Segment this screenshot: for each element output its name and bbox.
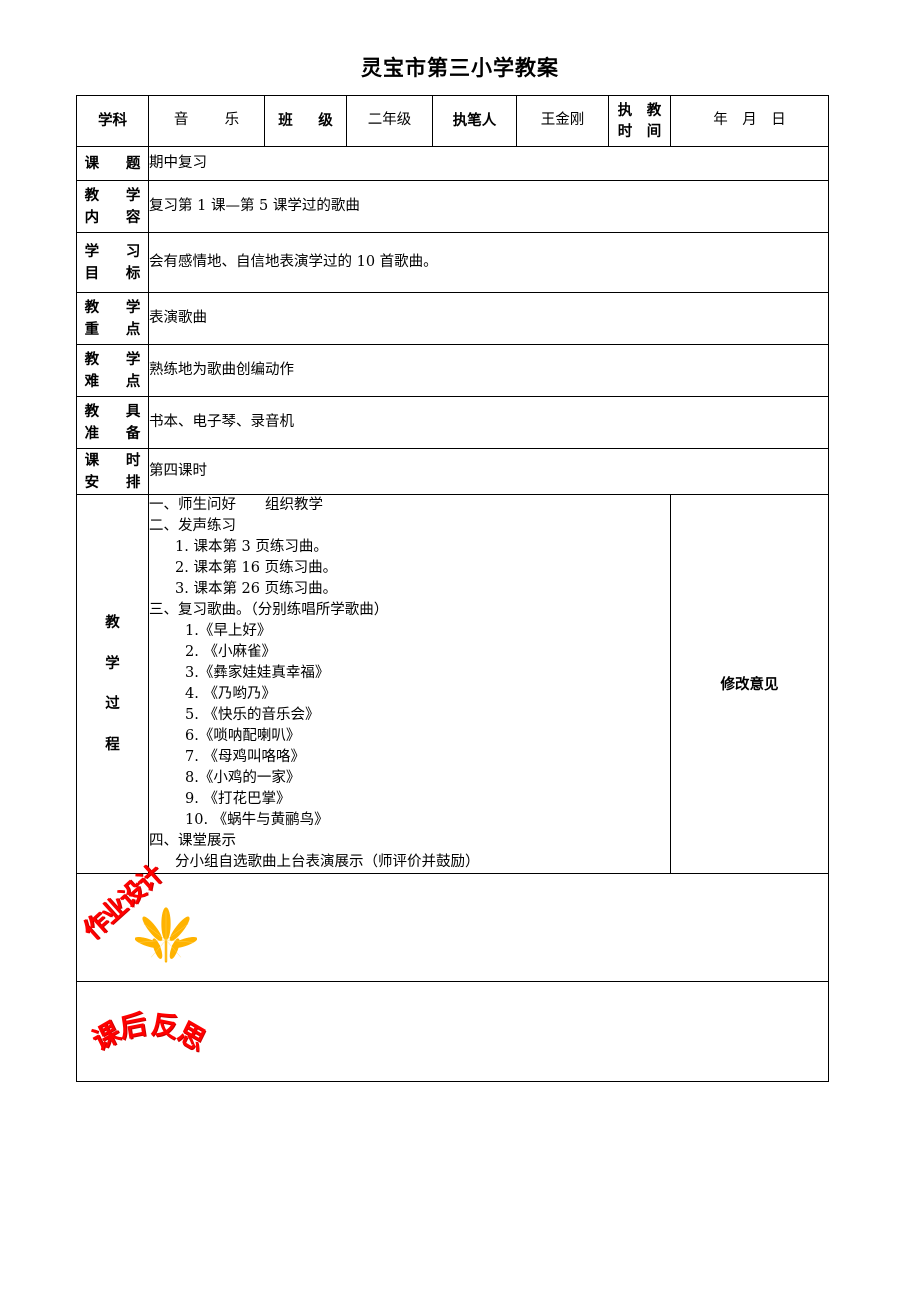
subject-label: 学科 (76, 95, 149, 147)
author-label: 执笔人 (432, 95, 517, 147)
table-row-difficult-point: 教 学 难 点 熟练地为歌曲创编动作 (76, 344, 829, 397)
process-line: 四、课堂展示 (149, 833, 236, 850)
row-label-line2: 内 容 (84, 208, 147, 226)
row-label-line2: 安 排 (84, 473, 147, 491)
reflection-stamp: 课后反思 (88, 1000, 255, 1070)
teach-time-label-line2: 时 间 (617, 123, 662, 140)
row-label-learning-goal: 学 习 目 标 (76, 232, 149, 293)
row-label-teaching-content: 教 学 内 容 (76, 180, 149, 233)
teach-time-label-line1: 执 教 (617, 101, 662, 119)
process-line: 1. 课本第 3 页练习曲。 (175, 539, 328, 556)
process-line: 分小组自选歌曲上台表演展示（师评价并鼓励） (175, 854, 480, 871)
row-label-line2: 难 点 (84, 372, 147, 390)
row-label-teaching-aids: 教 具 准 备 (76, 396, 149, 449)
revision-opinion-column: 修改意见 (670, 493, 829, 875)
row-label-lesson-title: 课 题 (76, 146, 149, 181)
row-label-line1: 教 学 (84, 351, 147, 369)
homework-design-stamp: 作业设计 (77, 860, 233, 978)
teaching-process-label: 教 学 过 程 (76, 493, 149, 875)
row-label-line2: 准 备 (84, 424, 147, 442)
subject-value: 音 乐 (148, 95, 265, 147)
process-line: 2. 《小麻雀》 (185, 644, 276, 661)
row-value-difficult-point: 熟练地为歌曲创编动作 (148, 344, 829, 397)
process-line: 一、师生问好 组织教学 (149, 497, 323, 513)
row-label-key-point: 教 学 重 点 (76, 292, 149, 345)
process-line: 三、复习歌曲。（分别练唱所学歌曲） (149, 602, 389, 619)
process-line: 5. 《快乐的音乐会》 (185, 707, 320, 724)
reflection-char-3: 反 (149, 1009, 181, 1045)
author-value: 王金刚 (516, 95, 609, 147)
process-line: 9. 《打花巴掌》 (185, 791, 291, 808)
row-label-line1: 学 习 (84, 243, 147, 261)
row-label-line1: 教 具 (84, 403, 147, 421)
page-title: 灵宝市第三小学教案 (361, 55, 559, 80)
table-row-homework-design: 作业设计 (76, 860, 829, 983)
process-line: 4. 《乃哟乃》 (185, 686, 276, 703)
table-row-lesson-title: 课 题 期中复习 (76, 146, 829, 181)
process-line: 1.《早上好》 (185, 623, 272, 640)
table-row-key-point: 教 学 重 点 表演歌曲 (76, 292, 829, 345)
homework-design-wordart: 作业设计 (77, 859, 169, 946)
homework-design-cell: 作业设计 (76, 860, 829, 983)
process-line: 8.《小鸡的一家》 (185, 770, 301, 787)
table-row-reflection: 课后反思 (76, 981, 829, 1083)
process-line: 6.《唢呐配喇叭》 (185, 728, 301, 745)
row-label-line2: 重 点 (84, 320, 147, 338)
process-line: 3.《彝家娃娃真幸福》 (185, 665, 330, 682)
process-line: 10. 《蜗牛与黄鹂鸟》 (185, 812, 329, 829)
teaching-process-body: 一、师生问好 组织教学 二、发声练习 1. 课本第 3 页练习曲。 2. 课本第… (148, 493, 671, 875)
row-label-line2: 目 标 (84, 264, 147, 282)
table-row-teaching-content: 教 学 内 容 复习第 1 课—第 5 课学过的歌曲 (76, 180, 829, 233)
class-label: 班 级 (264, 95, 347, 147)
reflection-char-4: 思 (172, 1016, 210, 1058)
revision-opinion-header: 修改意见 (720, 675, 779, 693)
teach-time-value: 年 月 日 (670, 95, 829, 147)
lesson-plan-page: 灵宝市第三小学教案 学科 音 乐 班 级 二年级 执笔人 王金刚 执 教 时 间… (0, 0, 920, 1302)
table-row-learning-goal: 学 习 目 标 会有感情地、自信地表演学过的 10 首歌曲。 (76, 232, 829, 293)
process-line: 二、发声练习 (149, 518, 236, 535)
row-value-class-schedule: 第四课时 (148, 448, 829, 495)
row-label-line1: 课 题 (84, 154, 147, 172)
process-line: 3. 课本第 26 页练习曲。 (175, 581, 338, 598)
reflection-cell: 课后反思 (76, 981, 829, 1083)
process-line: 2. 课本第 16 页练习曲。 (175, 560, 338, 577)
row-label-line1: 教 学 (84, 299, 147, 317)
reflection-wordart: 课后反思 (88, 1009, 210, 1058)
class-value: 二年级 (346, 95, 433, 147)
maple-leaf-icon (135, 907, 197, 963)
reflection-char-2: 后 (117, 1009, 149, 1045)
lesson-plan-table: 学科 音 乐 班 级 二年级 执笔人 王金刚 执 教 时 间 年 月 日 课 题… (76, 95, 829, 1083)
row-value-learning-goal: 会有感情地、自信地表演学过的 10 首歌曲。 (148, 232, 829, 293)
row-label-difficult-point: 教 学 难 点 (76, 344, 149, 397)
process-label-char-3: 过 (105, 695, 120, 713)
table-row-teaching-process: 教 学 过 程 一、师生问好 组织教学 二、发声练习 1. 课本第 3 页练习曲… (76, 493, 829, 875)
row-value-key-point: 表演歌曲 (148, 292, 829, 345)
reflection-char-1: 课 (88, 1016, 126, 1058)
process-label-char-1: 教 (105, 614, 120, 632)
row-value-lesson-title: 期中复习 (148, 146, 829, 181)
table-row-class-schedule: 课 时 安 排 第四课时 (76, 448, 829, 495)
table-row-teaching-aids: 教 具 准 备 书本、电子琴、录音机 (76, 396, 829, 449)
table-row-header: 学科 音 乐 班 级 二年级 执笔人 王金刚 执 教 时 间 年 月 日 (76, 95, 829, 147)
row-value-teaching-aids: 书本、电子琴、录音机 (148, 396, 829, 449)
row-label-class-schedule: 课 时 安 排 (76, 448, 149, 495)
row-value-teaching-content: 复习第 1 课—第 5 课学过的歌曲 (148, 180, 829, 233)
process-line: 7. 《母鸡叫咯咯》 (185, 749, 305, 766)
teach-time-label: 执 教 时 间 (608, 95, 671, 147)
row-label-line1: 课 时 (84, 452, 147, 470)
process-label-char-4: 程 (105, 735, 120, 753)
row-label-line1: 教 学 (84, 187, 147, 205)
process-label-char-2: 学 (105, 654, 120, 672)
